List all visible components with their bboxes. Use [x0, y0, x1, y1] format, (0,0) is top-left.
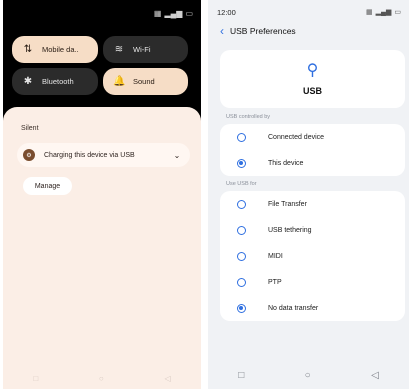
chevron-down-icon[interactable]: ⌄ — [170, 151, 184, 160]
silent-label: Silent — [21, 125, 39, 132]
sound-tile[interactable]: 🔔 Sound — [103, 68, 188, 95]
option-label: USB tethering — [268, 226, 312, 234]
signal-icon: ▂▄▆ — [164, 9, 183, 18]
usb-icon: ⚲ — [306, 62, 319, 79]
controlled-by-group: Connected device This device — [220, 124, 405, 176]
option-usb-tethering[interactable]: USB tethering — [220, 217, 405, 243]
section-label-use: Use USB for — [226, 181, 257, 187]
mobile-data-icon: ⇅ — [23, 44, 33, 55]
wifi-icon: ▦ — [153, 9, 162, 18]
option-no-data-transfer[interactable]: No data transfer — [220, 295, 405, 321]
battery-icon: ▭ — [394, 9, 401, 16]
mobile-data-tile[interactable]: ⇅ Mobile da.. — [12, 36, 98, 63]
option-this-device[interactable]: This device — [220, 150, 405, 176]
bell-icon: 🔔 — [113, 76, 126, 87]
signal-icon: ▂▄▆ — [375, 9, 392, 16]
status-bar: ▦ ▂▄▆ ▭ — [154, 9, 193, 18]
back-icon[interactable]: ◁ — [164, 374, 170, 383]
option-midi[interactable]: MIDI — [220, 243, 405, 269]
usb-charging-notification[interactable]: ⚙ Charging this device via USB ⌄ — [17, 143, 190, 167]
recents-icon[interactable]: □ — [33, 374, 38, 383]
page-title: USB Preferences — [230, 26, 296, 36]
usb-label: USB — [302, 86, 322, 96]
use-usb-for-group: File Transfer USB tethering MIDI PTP No … — [220, 191, 405, 321]
option-file-transfer[interactable]: File Transfer — [220, 191, 405, 217]
radio-no-data-transfer[interactable] — [237, 303, 246, 313]
option-label: No data transfer — [268, 304, 319, 312]
app-icon: ⚙ — [23, 149, 35, 161]
notification-text: Charging this device via USB — [44, 151, 135, 159]
section-label-controlled: USB controlled by — [226, 114, 271, 120]
bluetooth-icon: ✱ — [23, 76, 33, 87]
sound-label: Sound — [133, 77, 155, 86]
navigation-bar: □ ○ ◁ — [3, 374, 201, 383]
radio-file-transfer[interactable] — [237, 199, 246, 209]
quick-settings-panel: ▦ ▂▄▆ ▭ ⇅ Mobile da.. ≋ Wi-Fi ✱ Bluetoot… — [3, 0, 201, 389]
status-bar: ▦ ▂▄▆ ▭ — [366, 8, 401, 16]
recents-icon[interactable]: □ — [238, 370, 244, 381]
home-icon[interactable]: ○ — [305, 370, 311, 381]
clock: 12:00 — [217, 8, 236, 17]
wifi-icon: ▦ — [366, 9, 373, 16]
bluetooth-tile[interactable]: ✱ Bluetooth — [12, 68, 98, 95]
option-label: Connected device — [268, 133, 325, 141]
option-label: PTP — [268, 278, 282, 286]
option-label: File Transfer — [268, 200, 307, 208]
radio-this-device[interactable] — [237, 158, 246, 168]
radio-connected-device[interactable] — [237, 132, 246, 142]
header: ‹ USB Preferences — [220, 24, 296, 38]
notification-sheet: Silent ⚙ Charging this device via USB ⌄ … — [3, 107, 201, 389]
option-label: This device — [268, 159, 304, 167]
usb-card: ⚲ USB — [220, 50, 405, 108]
option-connected-device[interactable]: Connected device — [220, 124, 405, 150]
wifi-icon: ≋ — [114, 44, 124, 55]
usb-preferences-screen: 12:00 ▦ ▂▄▆ ▭ ‹ USB Preferences ⚲ USB US… — [208, 0, 409, 389]
home-icon[interactable]: ○ — [99, 374, 104, 383]
radio-usb-tethering[interactable] — [237, 225, 246, 235]
manage-button[interactable]: Manage — [23, 177, 72, 195]
option-ptp[interactable]: PTP — [220, 269, 405, 295]
wifi-tile[interactable]: ≋ Wi-Fi — [103, 36, 188, 63]
option-label: MIDI — [268, 252, 283, 260]
back-arrow-icon[interactable]: ‹ — [220, 24, 224, 38]
navigation-bar: □ ○ ◁ — [208, 370, 409, 381]
radio-midi[interactable] — [237, 251, 246, 261]
radio-ptp[interactable] — [237, 277, 246, 287]
wifi-label: Wi-Fi — [133, 45, 151, 54]
screenshot-stage: ▦ ▂▄▆ ▭ ⇅ Mobile da.. ≋ Wi-Fi ✱ Bluetoot… — [0, 0, 409, 389]
battery-icon: ▭ — [185, 9, 193, 18]
mobile-data-label: Mobile da.. — [42, 45, 79, 54]
back-icon[interactable]: ◁ — [371, 370, 379, 381]
bluetooth-label: Bluetooth — [42, 77, 74, 86]
